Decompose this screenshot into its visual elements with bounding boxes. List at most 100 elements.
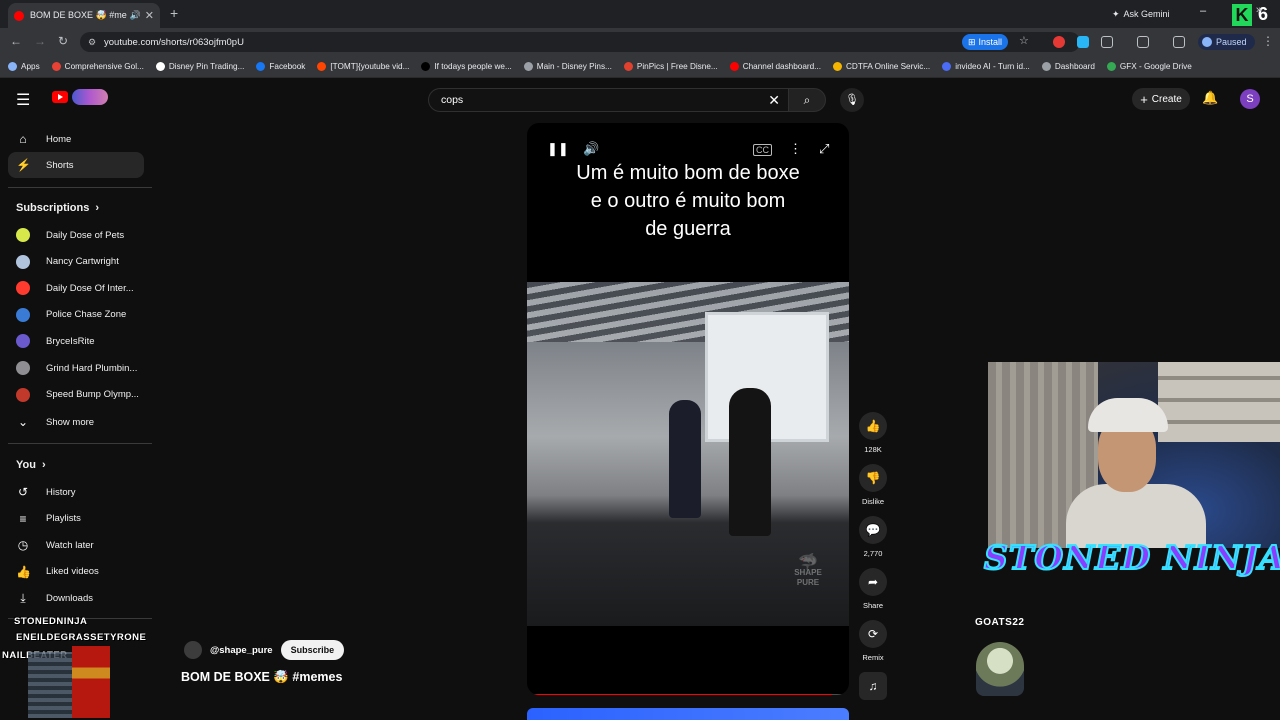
comments-button[interactable]: 💬 2,770	[858, 516, 888, 558]
video-frame[interactable]: 🦈 SHAPE PURE	[527, 282, 849, 626]
bookmark-star-icon[interactable]: ☆	[1019, 34, 1029, 47]
home-icon: ⌂	[19, 132, 27, 146]
profile-paused-button[interactable]: Paused	[1198, 34, 1255, 50]
install-button[interactable]: ⊞ Install	[962, 34, 1009, 50]
notifications-bell-icon[interactable]: 🔔	[1202, 90, 1218, 106]
reload-icon[interactable]: ↻	[58, 34, 68, 48]
extensions-puzzle-icon[interactable]	[1101, 36, 1113, 48]
bookmark-item[interactable]: Channel dashboard...	[729, 62, 821, 71]
channel-avatar[interactable]	[184, 641, 202, 659]
sidebar-item-shorts[interactable]: ⚡ Shorts	[8, 152, 144, 178]
next-short-preview[interactable]	[527, 708, 849, 720]
minimize-icon[interactable]: –	[1200, 5, 1206, 17]
comment-icon: 💬	[859, 516, 887, 544]
bookmark-item[interactable]: Disney Pin Trading...	[155, 62, 244, 71]
thumbs-down-icon: 👎	[859, 464, 887, 492]
sidebar-item-label: BryceIsRite	[46, 335, 95, 347]
account-avatar[interactable]: S	[1240, 89, 1260, 109]
browser-menu-icon[interactable]: ⋮	[1262, 34, 1274, 48]
reading-list-icon[interactable]	[1173, 36, 1185, 48]
share-icon: ➦	[859, 568, 887, 596]
share-button[interactable]: ➦ Share	[858, 568, 888, 610]
clear-search-icon[interactable]: ✕	[768, 92, 780, 109]
bookmark-item[interactable]: GFX - Google Drive	[1106, 62, 1192, 71]
bookmark-item[interactable]: Comprehensive Gol...	[51, 62, 144, 71]
webcam-feed	[988, 362, 1280, 548]
sound-button[interactable]: ♫	[858, 672, 888, 700]
youtube-favicon-icon	[14, 10, 24, 21]
remix-button[interactable]: ⟳ Remix	[858, 620, 888, 662]
subscriptions-heading[interactable]: Subscriptions ›	[16, 202, 99, 214]
speaker-icon[interactable]: 🔊	[130, 10, 141, 21]
sidebar-subscription-item[interactable]: Daily Dose Of Inter...	[8, 275, 144, 301]
sidebar-subscription-item[interactable]: Nancy Cartwright	[8, 249, 144, 275]
browser-tab[interactable]: BOM DE BOXE 🤯 #memes 🔊 ✕	[8, 3, 160, 28]
bookmark-item[interactable]: Dashboard	[1041, 62, 1095, 71]
captions-icon[interactable]: CC	[753, 144, 772, 156]
bookmark-item[interactable]: [TOMT]{youtube vid...	[317, 62, 409, 71]
sidebar-subscription-item[interactable]: Police Chase Zone	[8, 302, 144, 328]
bookmark-label: PinPics | Free Disne...	[636, 62, 718, 71]
youtube-logo-icon[interactable]	[52, 91, 68, 103]
menu-icon[interactable]: ☰	[16, 90, 30, 110]
close-tab-icon[interactable]: ✕	[145, 9, 154, 22]
dislike-button[interactable]: 👎 Dislike	[858, 464, 888, 506]
ask-gemini-button[interactable]: ✦ Ask Gemini	[1104, 5, 1178, 23]
sidebar-subscription-item[interactable]: Daily Dose of Pets	[8, 222, 144, 248]
volume-icon[interactable]: 🔊	[583, 141, 599, 157]
create-label: Create	[1151, 93, 1182, 105]
back-icon[interactable]: ←	[10, 34, 22, 48]
pause-icon[interactable]: ❚❚	[547, 141, 569, 157]
new-tab-icon[interactable]: +	[170, 5, 178, 21]
cast-icon[interactable]	[1137, 36, 1149, 48]
plus-icon: +	[1140, 91, 1148, 107]
sidebar-item-label: History	[46, 486, 76, 498]
url-field[interactable]: ⚙ youtube.com/shorts/r063ojfm0pU	[80, 32, 1080, 52]
sidebar-item-playlists[interactable]: ≡ Playlists	[8, 506, 144, 532]
bookmark-favicon-icon	[51, 62, 61, 71]
bookmark-item[interactable]: CDTFA Online Servic...	[833, 62, 930, 71]
extension-red-icon[interactable]	[1053, 36, 1065, 48]
tab-title: BOM DE BOXE 🤯 #memes	[30, 10, 127, 20]
voice-search-button[interactable]: 🎙	[840, 88, 864, 112]
bookmark-item[interactable]: Facebook	[256, 62, 305, 71]
sidebar-divider	[8, 187, 152, 188]
you-heading[interactable]: You ›	[16, 459, 46, 471]
short-title[interactable]: BOM DE BOXE 🤯 #memes	[181, 670, 342, 685]
sidebar-item-watch-later[interactable]: ◷ Watch later	[8, 532, 144, 558]
history-icon: ↺	[17, 485, 29, 499]
site-info-icon[interactable]: ⚙	[88, 37, 96, 48]
sidebar-item-home[interactable]: ⌂ Home	[8, 126, 144, 152]
sidebar-item-history[interactable]: ↺ History	[8, 479, 144, 505]
bookmark-favicon-icon	[1041, 62, 1051, 71]
channel-name[interactable]: @shape_pure	[210, 645, 273, 656]
search-input[interactable]: cops ✕	[428, 88, 788, 112]
shorts-player[interactable]: ❚❚ 🔊 CC ⋮ ⤢ Um é muito bom de boxe e o o…	[527, 123, 849, 695]
bookmark-item[interactable]: Apps	[8, 62, 40, 71]
sidebar-subscription-item[interactable]: Grind Hard Plumbin...	[8, 355, 144, 381]
bookmark-item[interactable]: Main - Disney Pins...	[523, 62, 612, 71]
sidebar-subscription-item[interactable]: Speed Bump Olymp...	[8, 382, 144, 408]
bookmark-label: Main - Disney Pins...	[536, 62, 612, 71]
sidebar-subscription-item[interactable]: BryceIsRite	[8, 328, 144, 354]
sidebar-item-downloads[interactable]: ⤓ Downloads	[8, 585, 144, 611]
playlists-icon: ≡	[19, 511, 27, 526]
more-bookmarks-icon[interactable]: »	[1256, 4, 1262, 16]
install-label: Install	[978, 37, 1003, 47]
show-more-button[interactable]: ⌄ Show more	[8, 409, 144, 435]
sidebar-item-liked-videos[interactable]: 👍 Liked videos	[8, 559, 144, 585]
youtube-doodle-icon[interactable]	[72, 89, 108, 105]
extension-blue-icon[interactable]	[1077, 36, 1089, 48]
create-button[interactable]: + Create	[1132, 88, 1190, 110]
like-button[interactable]: 👍 128K	[858, 412, 888, 454]
search-button[interactable]: ⌕	[788, 88, 826, 112]
subscribe-button[interactable]: Subscribe	[280, 640, 345, 660]
progress-bar[interactable]	[531, 694, 845, 695]
alien-ufo-image	[976, 642, 1024, 696]
more-options-icon[interactable]: ⋮	[789, 141, 802, 157]
bookmark-item[interactable]: PinPics | Free Disne...	[623, 62, 718, 71]
forward-icon[interactable]: →	[34, 34, 46, 48]
fullscreen-icon[interactable]: ⤢	[819, 141, 829, 157]
bookmark-item[interactable]: If todays people we...	[421, 62, 512, 71]
bookmark-item[interactable]: invideo AI - Turn id...	[942, 62, 1030, 71]
